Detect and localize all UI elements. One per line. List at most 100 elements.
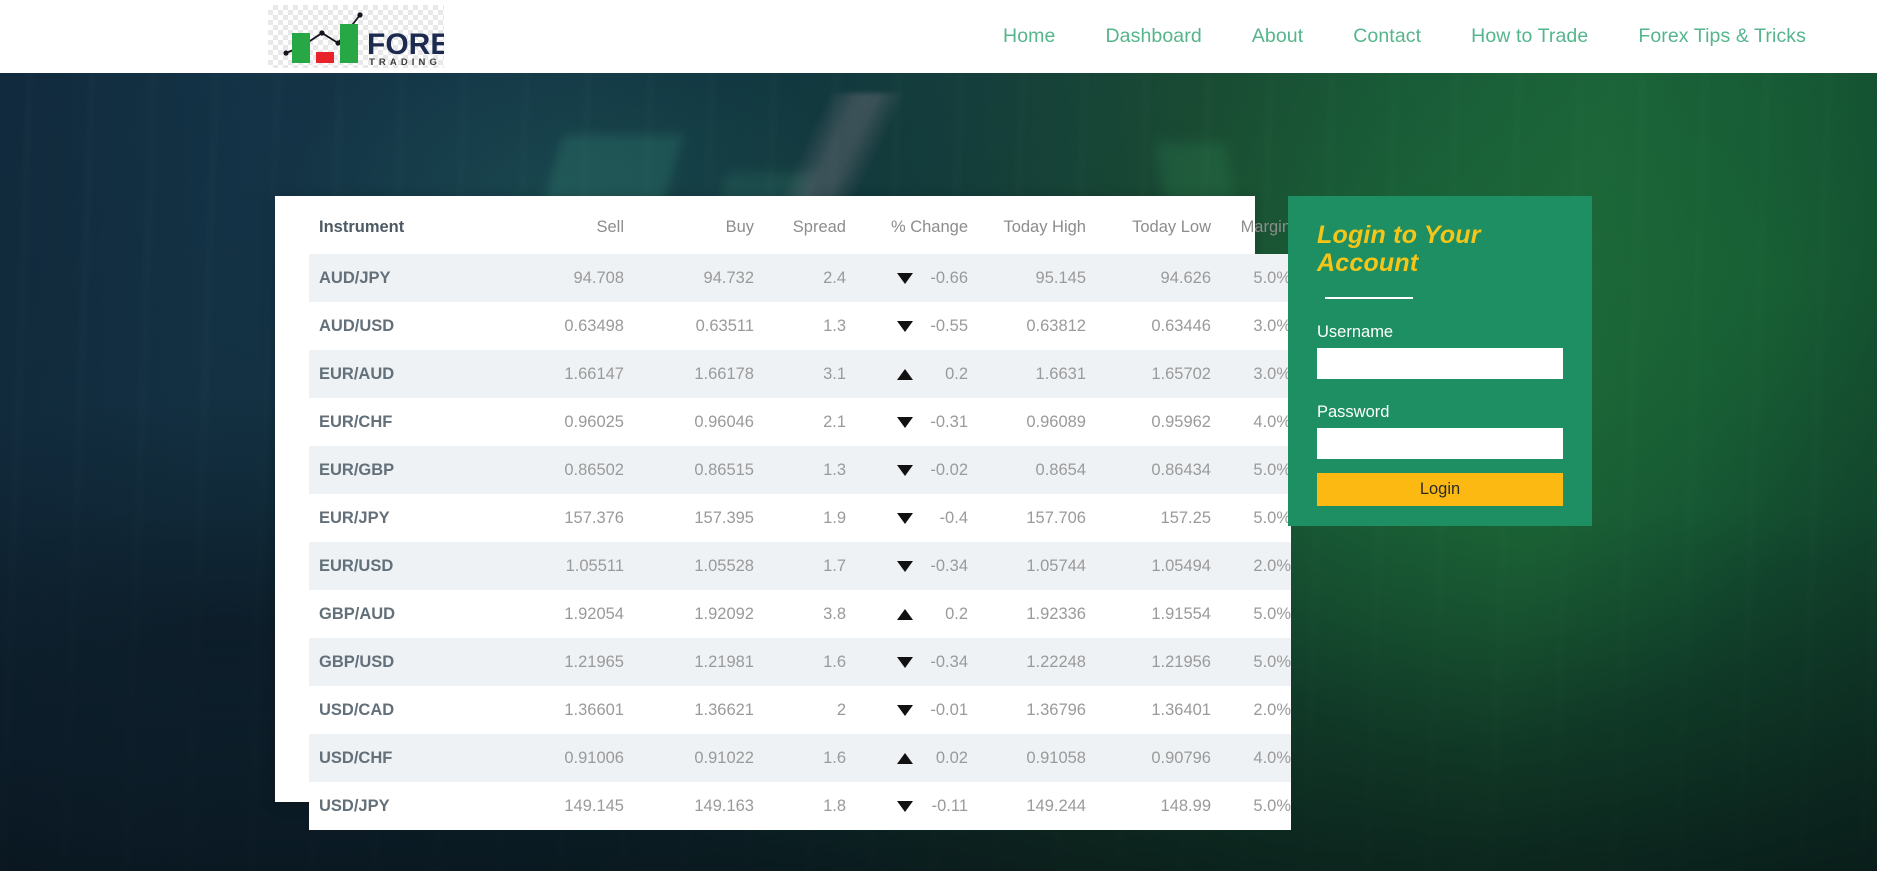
pct-change-value: -0.4 [939, 508, 968, 527]
cell-spread: 3.8 [823, 604, 846, 623]
pct-change-value: -0.01 [930, 700, 968, 719]
cell-margin: 4.0% [1253, 412, 1291, 431]
table-row[interactable]: GBP/AUD 1.92054 1.92092 3.8 0.2 1.92336 1.9155… [309, 590, 1291, 638]
cell-today-low: 0.63446 [1151, 316, 1211, 335]
cell-sell: 0.96025 [564, 412, 624, 431]
cell-margin: 3.0% [1253, 364, 1291, 383]
cell-today-low: 157.25 [1160, 508, 1211, 527]
cell-pct-change: 0.2 [846, 350, 968, 398]
cell-sell: 0.63498 [564, 316, 624, 335]
cell-margin: 5.0% [1253, 460, 1291, 479]
cell-margin: 5.0% [1253, 508, 1291, 527]
username-input[interactable] [1317, 348, 1563, 379]
cell-spread: 2.4 [823, 268, 846, 287]
cell-spread: 1.3 [823, 460, 846, 479]
cell-spread: 1.3 [823, 316, 846, 335]
cell-buy: 1.66178 [694, 364, 754, 383]
logo-graphic: FOREX TRADING [283, 12, 444, 68]
pct-change-value: -0.34 [930, 652, 968, 671]
cell-sell: 1.21965 [564, 652, 624, 671]
cell-today-low: 1.05494 [1151, 556, 1211, 575]
cell-spread: 1.7 [823, 556, 846, 575]
nav-link-forex-tips-tricks[interactable]: Forex Tips & Tricks [1613, 25, 1831, 48]
cell-instrument: EUR/JPY [319, 508, 390, 527]
nav-link-dashboard[interactable]: Dashboard [1080, 25, 1226, 48]
cell-pct-change: -0.4 [846, 494, 968, 542]
cell-margin: 4.0% [1253, 748, 1291, 767]
table-row[interactable]: USD/CHF 0.91006 0.91022 1.6 0.02 0.91058 0.907… [309, 734, 1291, 782]
cell-sell: 1.05511 [565, 556, 624, 575]
svg-text:TRADING: TRADING [369, 57, 441, 68]
table-row[interactable]: USD/CAD 1.36601 1.36621 2 -0.01 1.36796 1.3640… [309, 686, 1291, 734]
cell-spread: 2 [836, 700, 846, 719]
cell-sell: 0.91006 [564, 748, 624, 767]
cell-margin: 5.0% [1253, 604, 1291, 623]
column-header-today-high: Today High [1003, 218, 1086, 236]
cell-today-high: 157.706 [1026, 508, 1086, 527]
cell-sell: 157.376 [564, 508, 624, 527]
triangle-down-icon [897, 704, 913, 716]
triangle-down-icon [897, 512, 913, 524]
cell-instrument: USD/JPY [319, 796, 390, 815]
table-row[interactable]: EUR/CHF 0.96025 0.96046 2.1 -0.31 0.96089 0.95… [309, 398, 1291, 446]
cell-pct-change: -0.01 [846, 686, 968, 734]
cell-instrument: GBP/USD [319, 652, 395, 671]
cell-buy: 1.36621 [694, 700, 754, 719]
cell-buy: 1.92092 [694, 604, 754, 623]
table-row[interactable]: EUR/GBP 0.86502 0.86515 1.3 -0.02 0.8654 0.864… [309, 446, 1291, 494]
cell-today-low: 1.65702 [1151, 364, 1211, 383]
cell-pct-change: -0.55 [846, 302, 968, 350]
cell-today-low: 0.95962 [1151, 412, 1211, 431]
cell-sell: 1.66147 [564, 364, 624, 383]
column-header-today-low: Today Low [1132, 218, 1211, 236]
table-row[interactable]: GBP/USD 1.21965 1.21981 1.6 -0.34 1.22248 1.21… [309, 638, 1291, 686]
cell-today-low: 0.90796 [1151, 748, 1211, 767]
cell-pct-change: -0.02 [846, 446, 968, 494]
cell-buy: 149.163 [694, 796, 754, 815]
nav-link-home[interactable]: Home [978, 25, 1080, 48]
cell-margin: 5.0% [1253, 652, 1291, 671]
cell-margin: 2.0% [1253, 700, 1291, 719]
login-submit-button[interactable]: Login [1317, 473, 1563, 506]
cell-pct-change: 0.02 [846, 734, 968, 782]
login-panel: Login to Your Account Username Password … [1288, 196, 1592, 526]
cell-today-high: 95.145 [1035, 268, 1086, 287]
cell-sell: 149.145 [564, 796, 624, 815]
cell-today-high: 0.91058 [1026, 748, 1086, 767]
cell-instrument: USD/CHF [319, 748, 393, 767]
triangle-down-icon [897, 560, 913, 572]
cell-today-high: 0.96089 [1026, 412, 1086, 431]
pct-change-value: 0.02 [935, 748, 968, 767]
triangle-down-icon [897, 800, 913, 812]
cell-sell: 1.92054 [564, 604, 624, 623]
triangle-up-icon [897, 368, 913, 380]
cell-pct-change: -0.31 [846, 398, 968, 446]
cell-margin: 5.0% [1253, 796, 1291, 815]
column-header-spread: Spread [792, 218, 846, 236]
forex-trading-logo[interactable]: FOREX TRADING [268, 5, 444, 68]
table-row[interactable]: EUR/AUD 1.66147 1.66178 3.1 0.2 1.6631 1.65702… [309, 350, 1291, 398]
cell-pct-change: -0.34 [846, 638, 968, 686]
nav-link-how-to-trade[interactable]: How to Trade [1446, 25, 1613, 48]
table-row[interactable]: AUD/JPY 94.708 94.732 2.4 -0.66 95.145 94.626 5… [309, 254, 1291, 302]
cell-spread: 1.8 [823, 796, 846, 815]
table-row[interactable]: EUR/JPY 157.376 157.395 1.9 -0.4 157.706 157.2… [309, 494, 1291, 542]
nav-link-about[interactable]: About [1227, 25, 1328, 48]
cell-margin: 3.0% [1253, 316, 1291, 335]
cell-today-high: 1.6631 [1035, 364, 1086, 383]
nav-link-contact[interactable]: Contact [1328, 25, 1446, 48]
triangle-down-icon [897, 656, 913, 668]
table-row[interactable]: AUD/USD 0.63498 0.63511 1.3 -0.55 0.63812 0.63… [309, 302, 1291, 350]
table-row[interactable]: USD/JPY 149.145 149.163 1.8 -0.11 149.244 148.… [309, 782, 1291, 830]
cell-pct-change: -0.66 [846, 254, 968, 302]
password-input[interactable] [1317, 428, 1563, 459]
cell-today-high: 0.63812 [1026, 316, 1086, 335]
cell-margin: 2.0% [1253, 556, 1291, 575]
cell-spread: 3.1 [823, 364, 846, 383]
top-navbar: FOREX TRADING Home Dashboard About Conta… [0, 0, 1877, 73]
cell-spread: 1.9 [823, 508, 846, 527]
table-row[interactable]: EUR/USD 1.05511 1.05528 1.7 -0.34 1.05744 1.05… [309, 542, 1291, 590]
triangle-down-icon [897, 464, 913, 476]
cell-pct-change: -0.34 [846, 542, 968, 590]
column-header-instrument: Instrument [319, 218, 405, 236]
